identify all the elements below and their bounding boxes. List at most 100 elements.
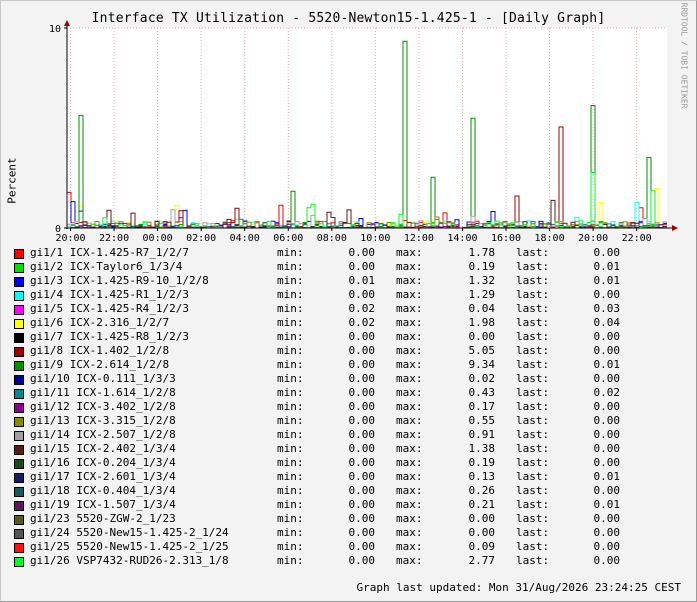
legend-max-value: 0.00 bbox=[468, 526, 496, 539]
legend-swatch bbox=[14, 249, 24, 259]
legend-series-name: gi1/4 ICX-1.425-R1_1/2/3 bbox=[30, 288, 189, 301]
legend-last-value: 0.00 bbox=[593, 512, 621, 525]
legend-series-name: gi1/23 5520-ZGW-2_1/23 bbox=[30, 512, 176, 525]
legend-min-value: 0.00 bbox=[348, 246, 376, 259]
x-tick-label: 18:00 bbox=[534, 233, 564, 244]
legend-min-value: 0.00 bbox=[348, 442, 376, 455]
legend-max-value: 1.32 bbox=[468, 274, 496, 287]
legend-min-label: min: bbox=[277, 344, 304, 357]
legend-max-value: 0.00 bbox=[468, 512, 496, 525]
plot-area: 20:00 22:00 00:00 02:00 04:00 06:00 08:00 10:00… bbox=[49, 20, 678, 244]
legend-min-value: 0.00 bbox=[348, 344, 376, 357]
legend-series-name: gi1/24 5520-New15-1.425-2_1/24 bbox=[30, 526, 229, 539]
legend-last-label: last: bbox=[516, 288, 550, 301]
legend-max-label: max: bbox=[396, 330, 423, 343]
legend-min-label: min: bbox=[277, 456, 304, 469]
legend-last-value: 0.00 bbox=[593, 246, 621, 259]
legend-last-value: 0.01 bbox=[593, 498, 621, 511]
legend-swatch bbox=[14, 473, 24, 483]
legend-last-value: 0.01 bbox=[593, 470, 621, 483]
legend-last-value: 0.00 bbox=[593, 554, 621, 567]
legend-series-name: gi1/14 ICX-2.507_1/2/8 bbox=[30, 428, 176, 441]
legend-min-value: 0.00 bbox=[348, 512, 376, 525]
legend-min-label: min: bbox=[277, 442, 304, 455]
legend-last-label: last: bbox=[516, 512, 550, 525]
legend-swatch bbox=[14, 543, 24, 553]
x-tick-label: 22:00 bbox=[99, 233, 129, 244]
legend-series-name: gi1/18 ICX-0.404_1/3/4 bbox=[30, 484, 176, 497]
legend-min-value: 0.00 bbox=[348, 456, 376, 469]
legend-swatch bbox=[14, 459, 24, 469]
legend-last-label: last: bbox=[516, 554, 550, 567]
legend-max-label: max: bbox=[396, 358, 423, 371]
legend-swatch bbox=[14, 515, 24, 525]
legend-swatch bbox=[14, 361, 24, 371]
legend-max-label: max: bbox=[396, 470, 423, 483]
legend-last-value: 0.00 bbox=[593, 414, 621, 427]
legend-series-name: gi1/6 ICX-2.316_1/2/7 bbox=[30, 316, 170, 329]
legend-last-label: last: bbox=[516, 428, 550, 441]
legend-last-value: 0.01 bbox=[593, 358, 621, 371]
legend-last-value: 0.00 bbox=[593, 526, 621, 539]
legend-max-label: max: bbox=[396, 554, 423, 567]
legend-series-name: gi1/13 ICX-3.315_1/2/8 bbox=[30, 414, 176, 427]
legend-max-label: max: bbox=[396, 260, 423, 273]
x-tick-label: 02:00 bbox=[186, 233, 216, 244]
legend-max-value: 0.19 bbox=[468, 456, 496, 469]
legend-swatch bbox=[14, 529, 24, 539]
legend-max-label: max: bbox=[396, 316, 423, 329]
legend-last-label: last: bbox=[516, 386, 550, 399]
legend-max-label: max: bbox=[396, 442, 423, 455]
legend-max-label: max: bbox=[396, 540, 423, 553]
legend-min-label: min: bbox=[277, 316, 304, 329]
legend-min-value: 0.00 bbox=[348, 288, 376, 301]
legend-last-value: 0.01 bbox=[593, 260, 621, 273]
legend-max-label: max: bbox=[396, 414, 423, 427]
legend-last-label: last: bbox=[516, 246, 550, 259]
legend-min-label: min: bbox=[277, 386, 304, 399]
legend-max-value: 0.17 bbox=[468, 400, 496, 413]
legend-last-value: 0.00 bbox=[593, 288, 621, 301]
legend-max-label: max: bbox=[396, 386, 423, 399]
legend-min-value: 0.00 bbox=[348, 400, 376, 413]
legend-last-value: 0.00 bbox=[593, 344, 621, 357]
legend-last-label: last: bbox=[516, 260, 550, 273]
legend-min-value: 0.00 bbox=[348, 414, 376, 427]
x-tick-label: 04:00 bbox=[230, 233, 260, 244]
last-updated-footer: Graph last updated: Mon 31/Aug/2026 23:2… bbox=[356, 581, 681, 594]
legend-max-label: max: bbox=[396, 498, 423, 511]
y-tick-label: 0 bbox=[55, 224, 61, 235]
legend-swatch bbox=[14, 403, 24, 413]
legend-swatch bbox=[14, 333, 24, 343]
legend-last-value: 0.00 bbox=[593, 330, 621, 343]
legend-max-label: max: bbox=[396, 484, 423, 497]
legend-max-value: 0.21 bbox=[468, 498, 496, 511]
legend-min-label: min: bbox=[277, 358, 304, 371]
legend-last-label: last: bbox=[516, 414, 550, 427]
legend-min-value: 0.00 bbox=[348, 428, 376, 441]
legend-min-value: 0.00 bbox=[348, 386, 376, 399]
x-tick-label: 14:00 bbox=[447, 233, 477, 244]
legend-swatch bbox=[14, 501, 24, 511]
legend-last-label: last: bbox=[516, 274, 550, 287]
legend-swatch bbox=[14, 557, 24, 567]
y-axis-arrow bbox=[64, 20, 70, 26]
legend-max-label: max: bbox=[396, 288, 423, 301]
legend-min-label: min: bbox=[277, 540, 304, 553]
legend-last-value: 0.04 bbox=[593, 316, 621, 329]
legend-last-value: 0.01 bbox=[593, 274, 621, 287]
legend-series-name: gi1/2 ICX-Taylor6_1/3/4 bbox=[30, 260, 183, 273]
legend-min-value: 0.00 bbox=[348, 526, 376, 539]
legend-series-name: gi1/10 ICX-0.111_1/3/3 bbox=[30, 372, 176, 385]
legend-min-label: min: bbox=[277, 554, 304, 567]
legend-last-value: 0.03 bbox=[593, 302, 621, 315]
legend-max-label: max: bbox=[396, 372, 423, 385]
legend-min-value: 0.00 bbox=[348, 470, 376, 483]
legend-series-name: gi1/1 ICX-1.425-R7_1/2/7 bbox=[30, 246, 189, 259]
legend-series-name: gi1/17 ICX-2.601_1/3/4 bbox=[30, 470, 176, 483]
legend-min-value: 0.00 bbox=[348, 358, 376, 371]
legend-min-label: min: bbox=[277, 414, 304, 427]
legend-min-label: min: bbox=[277, 400, 304, 413]
legend-max-value: 0.13 bbox=[468, 470, 496, 483]
legend-min-value: 0.00 bbox=[348, 484, 376, 497]
